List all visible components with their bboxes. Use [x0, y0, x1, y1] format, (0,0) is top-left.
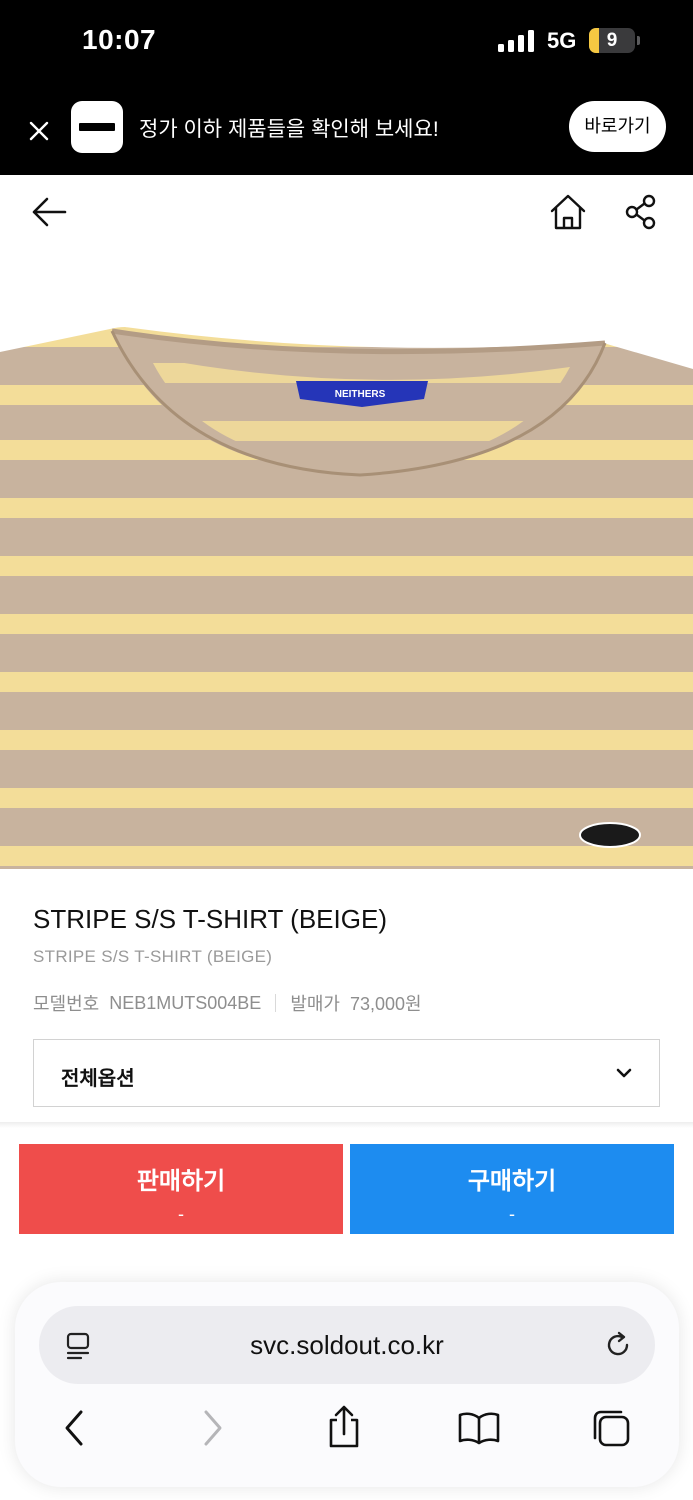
model-number-label: 모델번호 — [33, 994, 100, 1014]
sell-button-price: - — [178, 1204, 184, 1224]
release-price-label: 발매가 — [290, 994, 340, 1014]
home-icon[interactable] — [548, 192, 588, 232]
product-title: STRIPE S/S T-SHIRT (BEIGE) — [33, 904, 387, 934]
striped-tshirt-image: NEITHERS — [0, 247, 693, 869]
tabs-icon[interactable] — [591, 1408, 633, 1450]
product-image[interactable]: NEITHERS — [0, 247, 693, 869]
bookmarks-icon[interactable] — [457, 1410, 501, 1446]
sell-button[interactable]: 판매하기 - — [19, 1144, 343, 1234]
network-type: 5G — [547, 28, 577, 53]
label-text: NEITHERS — [335, 389, 386, 400]
battery-level: 9 — [606, 30, 618, 51]
buy-button[interactable]: 구매하기 - — [350, 1144, 674, 1234]
reload-icon[interactable] — [605, 1331, 633, 1359]
share-icon[interactable] — [622, 192, 662, 232]
battery-icon: 9 — [589, 28, 635, 53]
banner-message: 정가 이하 제품들을 확인해 보세요! — [139, 118, 439, 141]
url-text: svc.soldout.co.kr — [250, 1330, 444, 1360]
product-subtitle: STRIPE S/S T-SHIRT (BEIGE) — [33, 947, 273, 966]
release-price-value: 73,000원 — [350, 994, 422, 1014]
browser-forward-icon[interactable] — [198, 1408, 226, 1448]
status-time: 10:07 — [82, 24, 157, 55]
chevron-down-icon — [616, 1068, 632, 1078]
battery-nub — [637, 36, 640, 45]
cellular-signal-icon — [498, 30, 536, 52]
meta-divider — [275, 994, 277, 1012]
option-select[interactable]: 전체옵션 — [33, 1039, 660, 1107]
browser-back-icon[interactable] — [61, 1408, 89, 1448]
promo-banner: 정가 이하 제품들을 확인해 보세요! 바로가기 — [0, 88, 693, 175]
buy-button-price: - — [509, 1204, 515, 1224]
share-sheet-icon[interactable] — [325, 1404, 363, 1450]
address-bar[interactable]: svc.soldout.co.kr — [39, 1306, 655, 1384]
model-number-value: NEB1MUTS004BE — [109, 992, 262, 1013]
app-logo-icon — [71, 101, 123, 153]
banner-go-button[interactable]: 바로가기 — [569, 101, 666, 152]
status-bar: 10:07 5G 9 — [0, 0, 693, 88]
back-arrow-icon[interactable] — [29, 192, 69, 232]
close-icon[interactable] — [24, 116, 54, 146]
browser-toolbar: svc.soldout.co.kr — [15, 1282, 679, 1487]
buy-button-label: 구매하기 — [467, 1168, 557, 1195]
option-select-label: 전체옵션 — [61, 1068, 135, 1090]
page-header — [0, 175, 693, 247]
section-divider — [0, 1122, 693, 1128]
product-meta: 모델번호 NEB1MUTS004BE 발매가 73,000원 — [33, 990, 422, 1016]
sell-button-label: 판매하기 — [136, 1168, 226, 1195]
